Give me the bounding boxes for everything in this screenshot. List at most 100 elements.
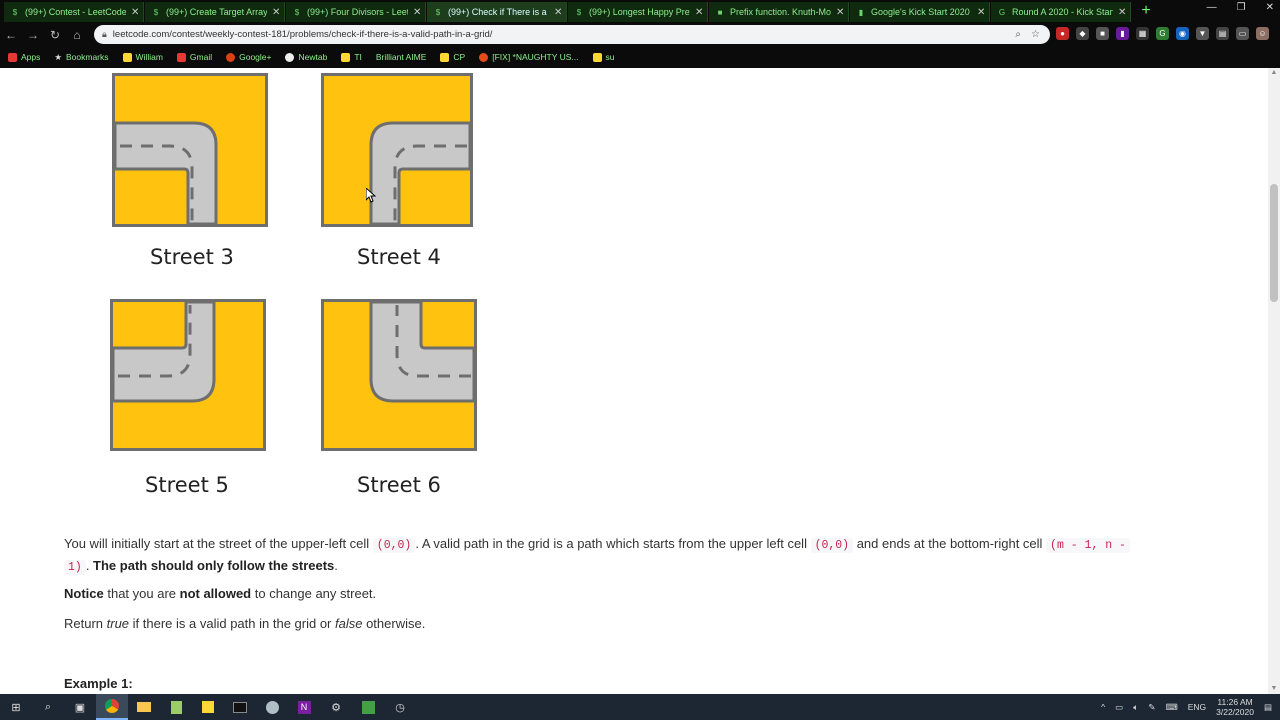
close-tab-icon[interactable]: ✕: [695, 7, 707, 18]
leetcode-icon: $: [576, 7, 582, 17]
address-bar[interactable]: 🔒︎ leetcode.com/contest/weekly-contest-1…: [94, 25, 1050, 44]
language-indicator[interactable]: ENG: [1188, 702, 1206, 712]
taskbar: ⊞ ⌕ ▣ N ⚙ ◷ ^ ▭ 🔈︎ ✎ ⌨ ENG 11:26 AM 3/22…: [0, 694, 1280, 720]
tab-contest[interactable]: $ (99+) Contest - LeetCode ✕: [4, 2, 144, 22]
notification-icon[interactable]: ▤: [1264, 702, 1272, 713]
street-3-label: Street 3: [150, 245, 234, 269]
scroll-up-icon[interactable]: ▲: [1268, 68, 1280, 78]
close-tab-icon[interactable]: ✕: [977, 7, 989, 18]
new-tab-button[interactable]: +: [1138, 3, 1154, 19]
clock[interactable]: 11:26 AM 3/22/2020: [1216, 697, 1254, 717]
chevron-up-icon[interactable]: ^: [1101, 702, 1105, 712]
google-icon: G: [998, 7, 1006, 17]
leetcode-icon: $: [12, 7, 18, 17]
settings-icon[interactable]: ⚙: [320, 694, 352, 720]
window-controls: — ❐ ✕: [1207, 2, 1274, 13]
close-tab-icon[interactable]: ✕: [1118, 7, 1130, 18]
mouse-cursor-icon: [366, 188, 376, 203]
inline-code: (m - 1, n -: [1046, 538, 1130, 553]
extension-icon[interactable]: ▼: [1196, 27, 1209, 40]
tab-longest-happy-prefix[interactable]: $ (99+) Longest Happy Prefix ✕: [568, 2, 708, 22]
bookmark-apps[interactable]: Apps: [8, 52, 40, 62]
pen-icon[interactable]: ✎: [1148, 702, 1155, 713]
terminal-icon[interactable]: [224, 694, 256, 720]
bookmarks-bar: Apps ★ Bookmarks William Gmail Google+ Ne…: [0, 47, 1280, 67]
notice-paragraph: Notice that you are not allowed to chang…: [64, 586, 377, 601]
bold-text: The path should only follow the streets: [93, 558, 335, 573]
extension-icon[interactable]: ▭: [1236, 27, 1249, 40]
page-scrollbar[interactable]: ▲ ▼: [1268, 68, 1280, 694]
volume-icon[interactable]: 🔈︎: [1133, 702, 1138, 713]
app-icon[interactable]: [256, 694, 288, 720]
keyboard-icon[interactable]: ⌨: [1165, 702, 1177, 713]
tab-check-valid-path[interactable]: $ (99+) Check if There is a Va ✕: [427, 2, 567, 22]
task-view-icon[interactable]: ▣: [64, 694, 96, 720]
menu-icon[interactable]: ⋮: [1276, 27, 1280, 40]
extension-icon[interactable]: ■: [1096, 27, 1109, 40]
bookmark-icon: [479, 52, 489, 62]
bookmark-gmail[interactable]: Gmail: [176, 52, 212, 62]
close-window-icon[interactable]: ✕: [1266, 2, 1274, 13]
folder-icon: [592, 52, 602, 62]
star-icon[interactable]: ☆: [1031, 29, 1040, 40]
profile-avatar[interactable]: ☺: [1256, 27, 1269, 40]
zoom-icon[interactable]: ⌕: [1015, 29, 1021, 40]
bookmark-william[interactable]: William: [122, 52, 163, 62]
folder-icon: [341, 52, 351, 62]
system-tray: ^ ▭ 🔈︎ ✎ ⌨ ENG 11:26 AM 3/22/2020 ▤: [1101, 694, 1272, 720]
extension-icon[interactable]: ●: [1056, 27, 1069, 40]
windows-start-icon[interactable]: ⊞: [0, 694, 32, 720]
problem-description: Street 3 Street 4 Street 5 Street 6 You …: [0, 68, 1268, 694]
bookmark-su[interactable]: su: [592, 52, 615, 62]
street-4-label: Street 4: [357, 245, 441, 269]
tab-kick-start-2020[interactable]: ▮Google's Kick Start 2020 Ro✕: [850, 2, 990, 22]
tab-create-target-array[interactable]: $ (99+) Create Target Array in ✕: [145, 2, 285, 22]
extension-icon[interactable]: ▦: [1136, 27, 1149, 40]
scroll-down-icon[interactable]: ▼: [1268, 684, 1280, 694]
browser-chrome: $ (99+) Contest - LeetCode ✕ $ (99+) Create…: [0, 0, 1280, 68]
reload-icon[interactable]: ↻: [44, 28, 66, 42]
restore-icon[interactable]: ❐: [1237, 2, 1246, 13]
extension-icon[interactable]: ▮: [1116, 27, 1129, 40]
inline-code: (0,0): [810, 538, 854, 553]
battery-icon[interactable]: ▭: [1115, 702, 1123, 713]
extension-icon[interactable]: ◉: [1176, 27, 1189, 40]
close-tab-icon[interactable]: ✕: [413, 7, 425, 18]
leetcode-icon: $: [435, 7, 441, 17]
forward-icon[interactable]: →: [22, 28, 44, 42]
scrollbar-thumb[interactable]: [1270, 184, 1278, 302]
clock-app-icon[interactable]: ◷: [384, 694, 416, 720]
tab-four-divisors[interactable]: $ (99+) Four Divisors - LeetC ✕: [286, 2, 426, 22]
tab-prefix-function[interactable]: ■ Prefix function. Knuth-Mor ✕: [709, 2, 849, 22]
extension-icon[interactable]: ▤: [1216, 27, 1229, 40]
bookmark-brilliant-aime[interactable]: Brilliant AIME: [376, 52, 427, 62]
close-tab-icon[interactable]: ✕: [554, 7, 566, 18]
return-paragraph: Return true if there is a valid path in …: [64, 616, 426, 631]
bookmark-fix-naughty[interactable]: [FIX] *NAUGHTY US...: [479, 52, 579, 62]
bookmark-bookmarks[interactable]: ★ Bookmarks: [54, 52, 108, 63]
minimize-icon[interactable]: —: [1207, 2, 1217, 13]
apps-icon: [8, 52, 17, 62]
bookmark-ti[interactable]: TI: [341, 52, 362, 62]
close-tab-icon[interactable]: ✕: [836, 7, 848, 18]
bookmark-google-plus[interactable]: Google+: [226, 52, 271, 62]
file-explorer-icon[interactable]: [128, 694, 160, 720]
extension-icon[interactable]: ◆: [1076, 27, 1089, 40]
back-icon[interactable]: ←: [0, 28, 22, 42]
bookmark-cp[interactable]: CP: [440, 52, 465, 62]
editor-icon[interactable]: [352, 694, 384, 720]
sticky-notes-icon[interactable]: [192, 694, 224, 720]
close-tab-icon[interactable]: ✕: [131, 7, 143, 18]
chrome-icon[interactable]: [96, 694, 128, 720]
notepad-icon[interactable]: [160, 694, 192, 720]
inline-code: (0,0): [372, 538, 416, 553]
leetcode-icon: $: [153, 7, 159, 17]
onenote-icon[interactable]: N: [288, 694, 320, 720]
home-icon[interactable]: ⌂: [66, 28, 88, 42]
grammarly-icon[interactable]: G: [1156, 27, 1169, 40]
bookmark-newtab[interactable]: Newtab: [285, 52, 327, 62]
search-icon[interactable]: ⌕: [32, 694, 64, 720]
tab-round-a-2020[interactable]: G Round A 2020 - Kick Start ✕: [991, 2, 1131, 22]
close-tab-icon[interactable]: ✕: [272, 7, 284, 18]
page-icon: ■: [717, 7, 723, 17]
